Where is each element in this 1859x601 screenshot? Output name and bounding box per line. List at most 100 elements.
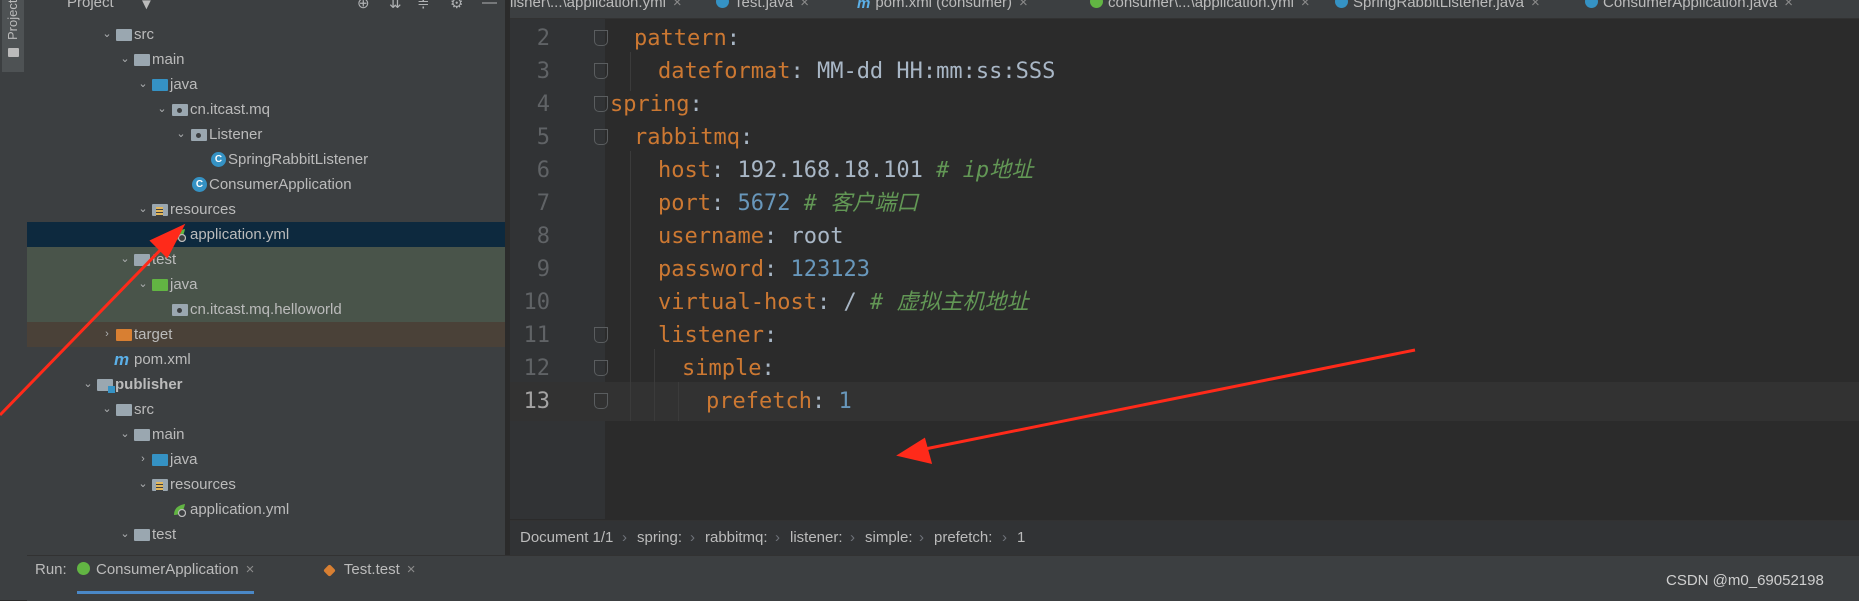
view-mode-dropdown-icon[interactable]: ▼ xyxy=(139,0,154,13)
tab-test-java[interactable]: Test.java × xyxy=(716,0,809,18)
tab-consumer-application-yml[interactable]: consumer\...\application.yml × xyxy=(1090,0,1310,18)
yaml-value: 192.168.18.101 xyxy=(737,158,923,183)
fold-marker-icon[interactable] xyxy=(594,96,608,112)
chevron-down-icon[interactable]: ⌄ xyxy=(82,372,94,397)
tree-item-cn-itcast-mq-helloworld[interactable]: cn.itcast.mq.helloworld xyxy=(27,297,505,322)
chevron-down-icon[interactable]: ⌄ xyxy=(119,47,131,72)
chevron-down-icon[interactable]: ⌄ xyxy=(119,422,131,447)
tree-item-main[interactable]: ⌄ main xyxy=(27,47,505,72)
yaml-key: spring xyxy=(610,92,690,117)
yaml-key: host xyxy=(658,158,711,183)
yaml-value: 5672 xyxy=(737,191,791,216)
tree-item-java[interactable]: › java xyxy=(27,447,505,472)
document-indicator[interactable]: Document 1/1 xyxy=(520,521,613,555)
resources-folder-icon xyxy=(152,479,168,491)
chevron-down-icon[interactable]: ⌄ xyxy=(137,72,149,97)
yaml-value: MM-dd HH:mm:ss:SSS xyxy=(816,59,1056,84)
tree-item-publisher[interactable]: ⌄ publisher xyxy=(27,372,505,397)
tree-item-resources[interactable]: ⌄ resources xyxy=(27,472,505,497)
close-icon[interactable]: × xyxy=(1531,0,1540,11)
fold-marker-icon[interactable] xyxy=(594,393,608,409)
code-editor[interactable]: 2 pattern: 3 dateformat: MM-dd HH:mm:ss:SS… xyxy=(510,19,1859,519)
run-tab-consumerapplication[interactable]: ConsumerApplication × xyxy=(77,561,255,594)
spring-class-icon: C xyxy=(192,177,207,192)
indent-guide xyxy=(630,382,631,421)
breadcrumb-item-listener[interactable]: listener: xyxy=(790,521,843,555)
code-line[interactable]: 13 prefetch: 1 xyxy=(510,382,1859,421)
fold-marker-icon[interactable] xyxy=(594,63,608,79)
close-icon[interactable]: × xyxy=(246,561,255,578)
tree-item-springrabbitlistener[interactable]: C SpringRabbitListener xyxy=(27,147,505,172)
chevron-right-icon[interactable]: › xyxy=(101,322,113,347)
tree-item-label: src xyxy=(134,26,154,43)
chevron-down-icon[interactable]: ⌄ xyxy=(137,272,149,297)
fold-marker-icon[interactable] xyxy=(594,360,608,376)
tab-springrabbitlistener-java[interactable]: SpringRabbitListener.java × xyxy=(1335,0,1540,18)
tree-item-test[interactable]: ⌄ test xyxy=(27,247,505,272)
maven-icon: m xyxy=(857,0,871,12)
close-icon[interactable]: × xyxy=(673,0,682,11)
tree-item-java[interactable]: ⌄ java xyxy=(27,272,505,297)
tree-item-main[interactable]: ⌄ main xyxy=(27,422,505,447)
fold-marker-icon[interactable] xyxy=(594,30,608,46)
tree-item-label: test xyxy=(152,526,177,543)
yaml-comment: # 客户端口 xyxy=(803,191,919,216)
close-icon[interactable]: × xyxy=(1301,0,1310,11)
close-icon[interactable]: × xyxy=(800,0,809,11)
chevron-down-icon[interactable]: ⌄ xyxy=(175,122,187,147)
yaml-key: port xyxy=(658,191,711,216)
close-icon[interactable]: × xyxy=(1019,0,1028,11)
tree-item-application-yml[interactable]: application.yml xyxy=(27,497,505,522)
tab-publisher-application-yml[interactable]: lisher\...\application.yml × xyxy=(510,0,682,18)
yaml-file-icon xyxy=(174,504,186,517)
test-run-icon xyxy=(323,564,336,577)
chevron-down-icon[interactable]: ⌄ xyxy=(137,472,149,497)
tree-item-target[interactable]: › target xyxy=(27,322,505,347)
tree-item-cn-itcast-mq[interactable]: ⌄ cn.itcast.mq xyxy=(27,97,505,122)
fold-marker-icon[interactable] xyxy=(594,327,608,343)
yaml-file-icon xyxy=(1090,0,1103,8)
tree-item-pom-xml[interactable]: m pom.xml xyxy=(27,347,505,372)
tree-item-test[interactable]: ⌄ test xyxy=(27,522,505,547)
tree-item-listener[interactable]: ⌄ Listener xyxy=(27,122,505,147)
run-tab-test-test[interactable]: Test.test × xyxy=(323,561,416,591)
tab-consumerapplication-java[interactable]: ConsumerApplication.java × xyxy=(1585,0,1793,18)
class-icon xyxy=(1335,0,1348,8)
chevron-down-icon[interactable]: ⌄ xyxy=(119,522,131,547)
minimize-icon[interactable]: — xyxy=(482,0,497,11)
chevron-down-icon[interactable]: ⌄ xyxy=(119,247,131,272)
close-icon[interactable]: × xyxy=(1784,0,1793,11)
project-panel-title[interactable]: Project xyxy=(67,0,114,11)
fold-marker-icon[interactable] xyxy=(594,129,608,145)
tree-item-java[interactable]: ⌄ java xyxy=(27,72,505,97)
tab-label: consumer\...\application.yml xyxy=(1108,0,1294,11)
chevron-down-icon[interactable]: ⌄ xyxy=(101,397,113,422)
tree-item-src[interactable]: ⌄ src xyxy=(27,397,505,422)
breadcrumb-item-value[interactable]: 1 xyxy=(1017,521,1025,555)
chevron-right-icon[interactable]: › xyxy=(137,447,149,472)
tree-item-application-yml[interactable]: application.yml xyxy=(27,222,505,247)
yaml-key: password xyxy=(658,257,764,282)
breadcrumb-item-rabbitmq[interactable]: rabbitmq: xyxy=(705,521,768,555)
target-icon[interactable]: ⊕ xyxy=(357,0,370,12)
spring-run-icon xyxy=(77,562,90,575)
tree-item-resources[interactable]: ⌄ resources xyxy=(27,197,505,222)
tree-item-label: resources xyxy=(170,201,236,218)
breadcrumb-item-spring[interactable]: spring: xyxy=(637,521,682,555)
source-folder-icon xyxy=(152,79,168,91)
project-tool-tab[interactable]: Project xyxy=(2,0,24,72)
chevron-down-icon[interactable]: ⌄ xyxy=(156,97,168,122)
expand-icon[interactable]: ≑ xyxy=(417,0,430,12)
tree-item-src[interactable]: ⌄ src xyxy=(27,22,505,47)
yaml-key: dateformat xyxy=(658,59,791,84)
tree-item-label: main xyxy=(152,51,185,68)
gear-icon[interactable]: ⚙ xyxy=(450,0,463,12)
collapse-all-icon[interactable]: ⇊ xyxy=(389,0,402,12)
breadcrumb-item-simple[interactable]: simple: xyxy=(865,521,913,555)
close-icon[interactable]: × xyxy=(407,561,416,578)
chevron-down-icon[interactable]: ⌄ xyxy=(101,22,113,47)
chevron-down-icon[interactable]: ⌄ xyxy=(137,197,149,222)
tree-item-consumerapplication[interactable]: C ConsumerApplication xyxy=(27,172,505,197)
tab-pom-xml-consumer[interactable]: m pom.xml (consumer) × xyxy=(857,0,1028,18)
breadcrumb-item-prefetch[interactable]: prefetch: xyxy=(934,521,992,555)
